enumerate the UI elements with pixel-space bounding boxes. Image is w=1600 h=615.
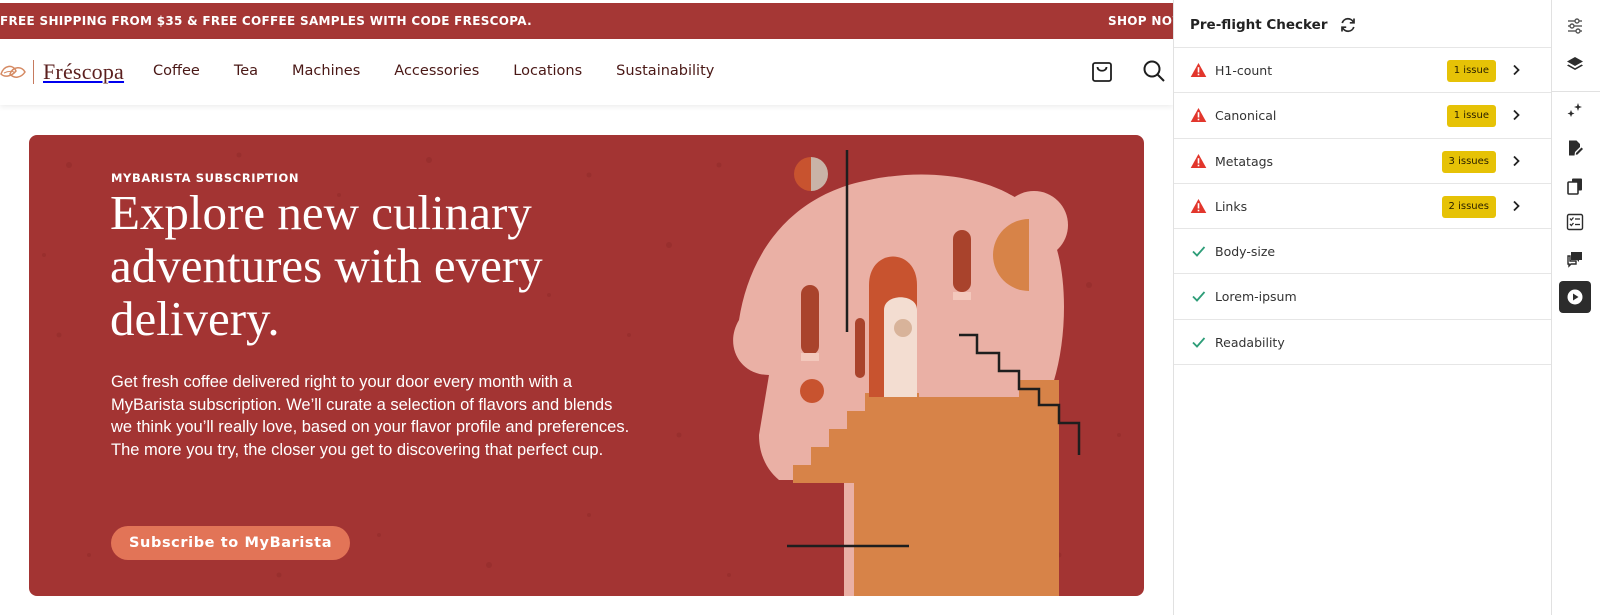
nav-item-accessories[interactable]: Accessories	[394, 63, 479, 79]
rail-assets-button[interactable]	[1559, 94, 1591, 126]
properties-icon	[1568, 18, 1582, 34]
warning-icon	[1190, 108, 1207, 123]
checkmark-icon	[1192, 246, 1206, 258]
check-row-h1-count[interactable]: H1-count 1 issue	[1174, 48, 1551, 94]
check-list: H1-count 1 issue Canonical 1 issue Metat…	[1174, 48, 1551, 366]
brand-name: Fréscopa	[43, 59, 125, 84]
copy-icon	[1567, 178, 1582, 195]
preflight-checker-panel: Pre-flight Checker H1-count 1 issue Cano…	[1173, 0, 1551, 615]
nav-item-locations[interactable]: Locations	[513, 63, 582, 79]
check-label: Links	[1215, 198, 1248, 214]
check-label: H1-count	[1215, 63, 1273, 78]
shop-now-link[interactable]: SHOP NOW	[1108, 14, 1173, 28]
hero-eyebrow: MYBARISTA SUBSCRIPTION	[111, 171, 300, 185]
issue-badge: 3 issues	[1441, 150, 1496, 173]
nav-item-machines[interactable]: Machines	[292, 63, 360, 79]
shopping-bag-icon[interactable]	[1089, 58, 1115, 84]
subscribe-button[interactable]: Subscribe to MyBarista	[111, 526, 351, 560]
check-row-readability: Readability	[1174, 320, 1551, 366]
site-header: Fréscopa Coffee Tea Machines Accessories…	[0, 39, 1173, 105]
check-row-metatags[interactable]: Metatags 3 issues	[1174, 139, 1551, 184]
check-label: Body-size	[1215, 244, 1276, 260]
brand-logo[interactable]: Fréscopa	[0, 55, 124, 89]
website-preview: FREE SHIPPING FROM $35 & FREE COFFEE SAM…	[0, 0, 1173, 615]
promo-banner: FREE SHIPPING FROM $35 & FREE COFFEE SAM…	[0, 3, 1173, 39]
panel-title: Pre-flight Checker	[1190, 17, 1328, 33]
rail-edit-page-button[interactable]	[1559, 132, 1591, 164]
logo-divider	[33, 60, 34, 84]
checkmark-icon	[1192, 291, 1206, 303]
issue-badge: 1 issue	[1446, 105, 1496, 128]
issue-badge: 1 issue	[1446, 60, 1496, 82]
rail-preflight-button[interactable]	[1559, 281, 1591, 313]
check-label: Lorem-ipsum	[1215, 289, 1297, 305]
warning-icon	[1190, 63, 1207, 77]
panel-header: Pre-flight Checker	[1174, 0, 1551, 48]
rail-layers-button[interactable]	[1559, 48, 1591, 80]
coffee-bean-logo-icon	[0, 65, 26, 78]
check-row-links[interactable]: Links 2 issues	[1174, 184, 1551, 230]
check-row-canonical[interactable]: Canonical 1 issue	[1174, 93, 1551, 139]
nav-item-tea[interactable]: Tea	[234, 63, 258, 79]
search-icon[interactable]	[1141, 58, 1167, 84]
warning-icon	[1190, 198, 1207, 213]
rail-divider	[1552, 91, 1600, 92]
nav-item-sustainability[interactable]: Sustainability	[616, 63, 714, 79]
check-label: Readability	[1215, 334, 1285, 350]
layers-icon	[1567, 57, 1583, 70]
hero-illustration	[733, 150, 1081, 596]
warning-icon	[1190, 153, 1207, 168]
chevron-right-icon[interactable]	[1509, 154, 1523, 168]
chevron-right-icon[interactable]	[1509, 199, 1523, 213]
rail-copy-button[interactable]	[1559, 170, 1591, 202]
hero-description: Get fresh coffee delivered right to your…	[111, 373, 630, 459]
assets-icon	[1567, 103, 1582, 117]
checklist-icon	[1566, 213, 1584, 231]
rail-properties-button[interactable]	[1559, 10, 1591, 42]
edit-page-icon	[1569, 140, 1583, 156]
check-row-lorem-ipsum: Lorem-ipsum	[1174, 274, 1551, 320]
chevron-right-icon[interactable]	[1509, 108, 1523, 122]
nav-item-coffee[interactable]: Coffee	[153, 63, 200, 79]
comments-icon	[1567, 252, 1582, 268]
rail-checklist-button[interactable]	[1559, 206, 1591, 238]
play-icon	[1567, 289, 1583, 305]
hero-banner: MYBARISTA SUBSCRIPTION Explore new culin…	[29, 135, 1144, 596]
promo-text: FREE SHIPPING FROM $35 & FREE COFFEE SAM…	[0, 14, 532, 28]
main-menu: Coffee Tea Machines Accessories Location…	[153, 63, 748, 79]
hero-title: Explore new culinary adventures with eve…	[110, 185, 543, 346]
issue-badge: 2 issues	[1441, 195, 1496, 218]
check-label: Metatags	[1215, 153, 1274, 169]
checkmark-icon	[1192, 337, 1206, 348]
chevron-right-icon[interactable]	[1509, 63, 1523, 77]
tool-rail	[1551, 0, 1600, 615]
check-row-body-size: Body-size	[1174, 229, 1551, 275]
check-label: Canonical	[1215, 108, 1277, 124]
refresh-icon[interactable]	[1339, 16, 1357, 34]
rail-comments-button[interactable]	[1559, 243, 1591, 275]
